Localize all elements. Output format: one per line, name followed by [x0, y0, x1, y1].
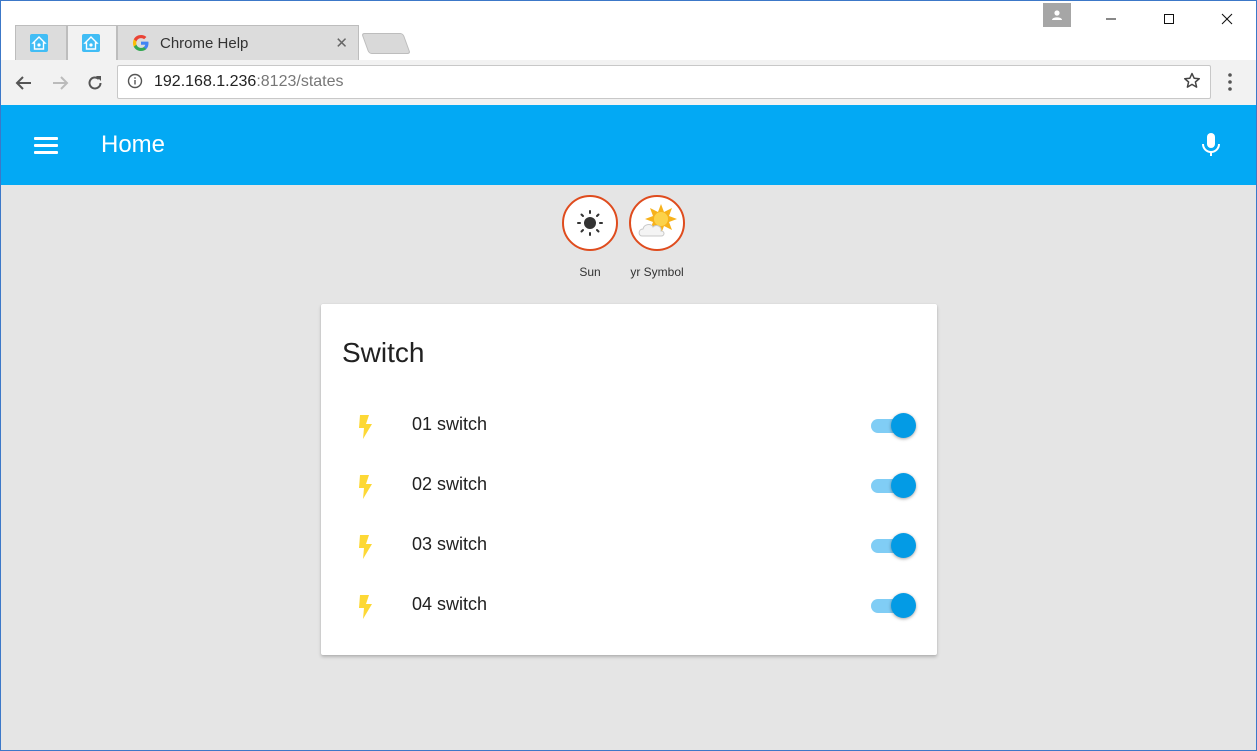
switch-name: 01 switch	[412, 414, 488, 434]
card-title: Switch	[342, 337, 425, 368]
forward-button[interactable]	[47, 70, 73, 96]
switch-card: Switch 01 switch 02 switch 03 switch 04 …	[321, 304, 937, 655]
switch-name: 02 switch	[412, 474, 488, 494]
minimize-button[interactable]	[1082, 1, 1140, 37]
close-icon	[1221, 13, 1233, 25]
badge-label: Sun	[579, 265, 601, 279]
switch-row[interactable]: 01 switch	[321, 404, 937, 464]
badge-label: yr Symbol	[630, 265, 684, 279]
google-icon	[132, 34, 150, 52]
url-host: 192.168.1.236	[154, 73, 257, 90]
maximize-icon	[1164, 14, 1174, 24]
close-tab-icon[interactable]: ✕	[335, 34, 348, 52]
flash-icon	[357, 414, 375, 445]
switch-toggle[interactable]	[871, 412, 917, 438]
maximize-button[interactable]	[1140, 1, 1198, 37]
tab-title: Chrome Help	[160, 34, 249, 52]
reload-icon	[88, 76, 102, 90]
switch-row[interactable]: 04 switch	[321, 584, 937, 644]
flash-icon	[357, 534, 375, 565]
switch-name: 03 switch	[412, 534, 488, 554]
arrow-left-icon	[15, 76, 31, 90]
tab-home-assistant-1[interactable]	[15, 25, 67, 60]
new-tab-button[interactable]	[361, 33, 411, 54]
badge-yr-symbol[interactable]: yr Symbol	[622, 195, 692, 279]
tab-strip: Chrome Help ✕	[1, 1, 1256, 60]
switch-toggle[interactable]	[871, 532, 917, 558]
chrome-menu-icon[interactable]	[1227, 72, 1233, 97]
home-assistant-icon	[82, 34, 100, 52]
app-header: Home	[1, 105, 1256, 185]
bookmark-star-icon[interactable]	[1182, 71, 1202, 96]
browser-window: Chrome Help ✕ 192.168.1.236:8123/states …	[0, 0, 1257, 751]
reload-button[interactable]	[82, 70, 108, 96]
address-bar[interactable]: 192.168.1.236:8123/states	[117, 65, 1211, 99]
url-port-path: :8123/states	[256, 73, 344, 90]
info-icon[interactable]	[127, 73, 143, 94]
menu-icon[interactable]	[34, 137, 60, 155]
partly-cloudy-icon	[638, 204, 677, 237]
switch-toggle[interactable]	[871, 592, 917, 618]
badges-row: Sun yr Symbol	[1, 195, 1256, 295]
window-controls	[1082, 1, 1256, 37]
switch-toggle[interactable]	[871, 472, 917, 498]
badge-sun[interactable]: Sun	[555, 195, 625, 279]
home-assistant-icon	[30, 34, 48, 52]
tab-chrome-help[interactable]: Chrome Help ✕	[117, 25, 359, 60]
badge-sun-circle	[562, 195, 618, 251]
profile-button[interactable]	[1043, 3, 1071, 27]
back-button[interactable]	[11, 70, 37, 96]
switch-row[interactable]: 02 switch	[321, 464, 937, 524]
badge-yr-circle	[629, 195, 685, 251]
microphone-icon[interactable]	[1199, 131, 1223, 164]
arrow-right-icon	[53, 76, 69, 90]
minimize-icon	[1106, 18, 1116, 20]
tab-home-assistant-2[interactable]	[67, 25, 117, 60]
switch-row[interactable]: 03 switch	[321, 524, 937, 584]
browser-toolbar: 192.168.1.236:8123/states	[1, 60, 1256, 106]
switch-name: 04 switch	[412, 594, 488, 614]
address-url: 192.168.1.236:8123/states	[154, 73, 344, 91]
sun-icon	[577, 210, 603, 236]
flash-icon	[357, 594, 375, 625]
person-icon	[1052, 10, 1062, 20]
flash-icon	[357, 474, 375, 505]
close-window-button[interactable]	[1198, 1, 1256, 37]
page-title: Home	[101, 131, 166, 158]
